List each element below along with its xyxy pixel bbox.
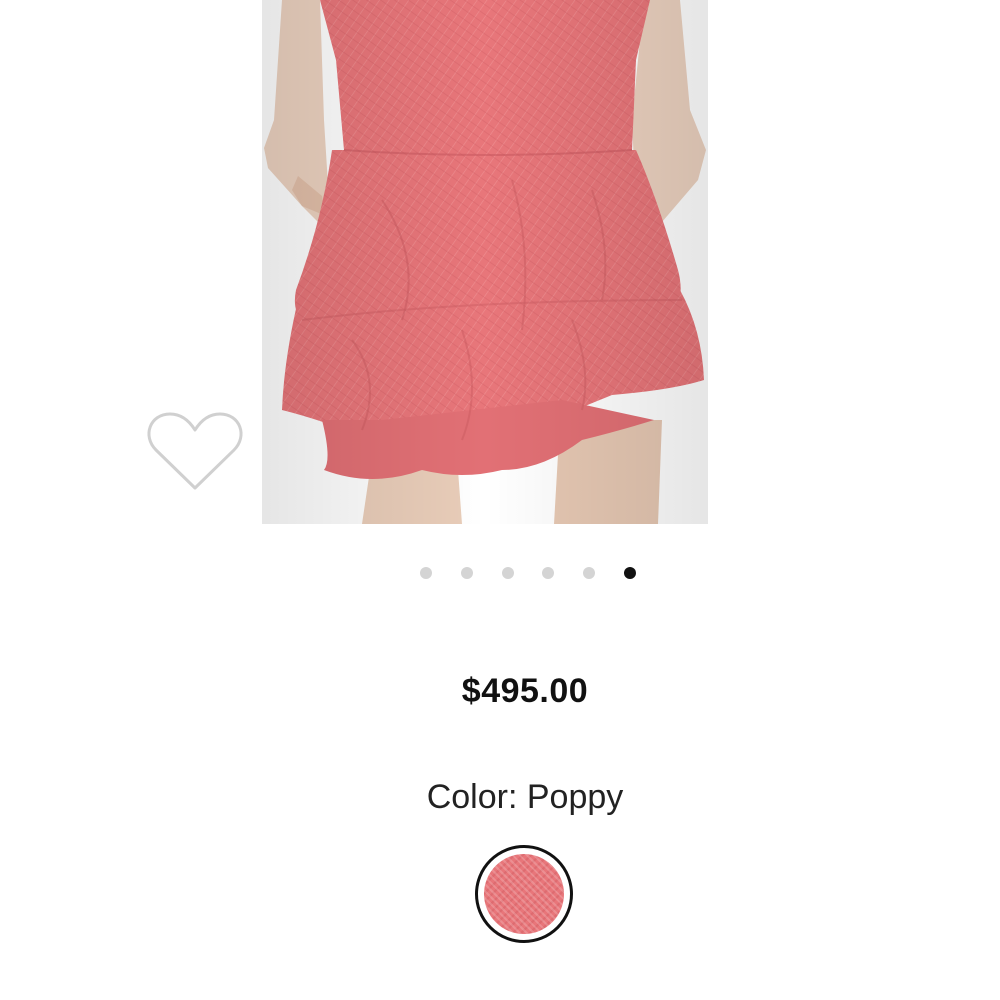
carousel-dot[interactable] <box>501 567 514 579</box>
carousel-dot[interactable] <box>583 567 596 579</box>
product-image[interactable] <box>262 0 708 524</box>
wishlist-button[interactable] <box>146 408 244 494</box>
product-detail-screen: $495.00 Color: Poppy <box>0 0 1000 1000</box>
carousel-dot[interactable] <box>460 567 473 579</box>
carousel-pagination <box>420 564 636 582</box>
carousel-dot[interactable] <box>542 567 555 579</box>
skirt-photo <box>262 0 708 524</box>
carousel-dot-active[interactable] <box>623 567 636 579</box>
color-label: Color: Poppy <box>426 778 624 816</box>
color-swatch-poppy[interactable] <box>475 845 573 943</box>
carousel-dot[interactable] <box>420 567 432 579</box>
swatch-fabric <box>484 854 564 934</box>
product-price: $495.00 <box>461 672 589 710</box>
heart-outline-icon <box>147 412 243 490</box>
